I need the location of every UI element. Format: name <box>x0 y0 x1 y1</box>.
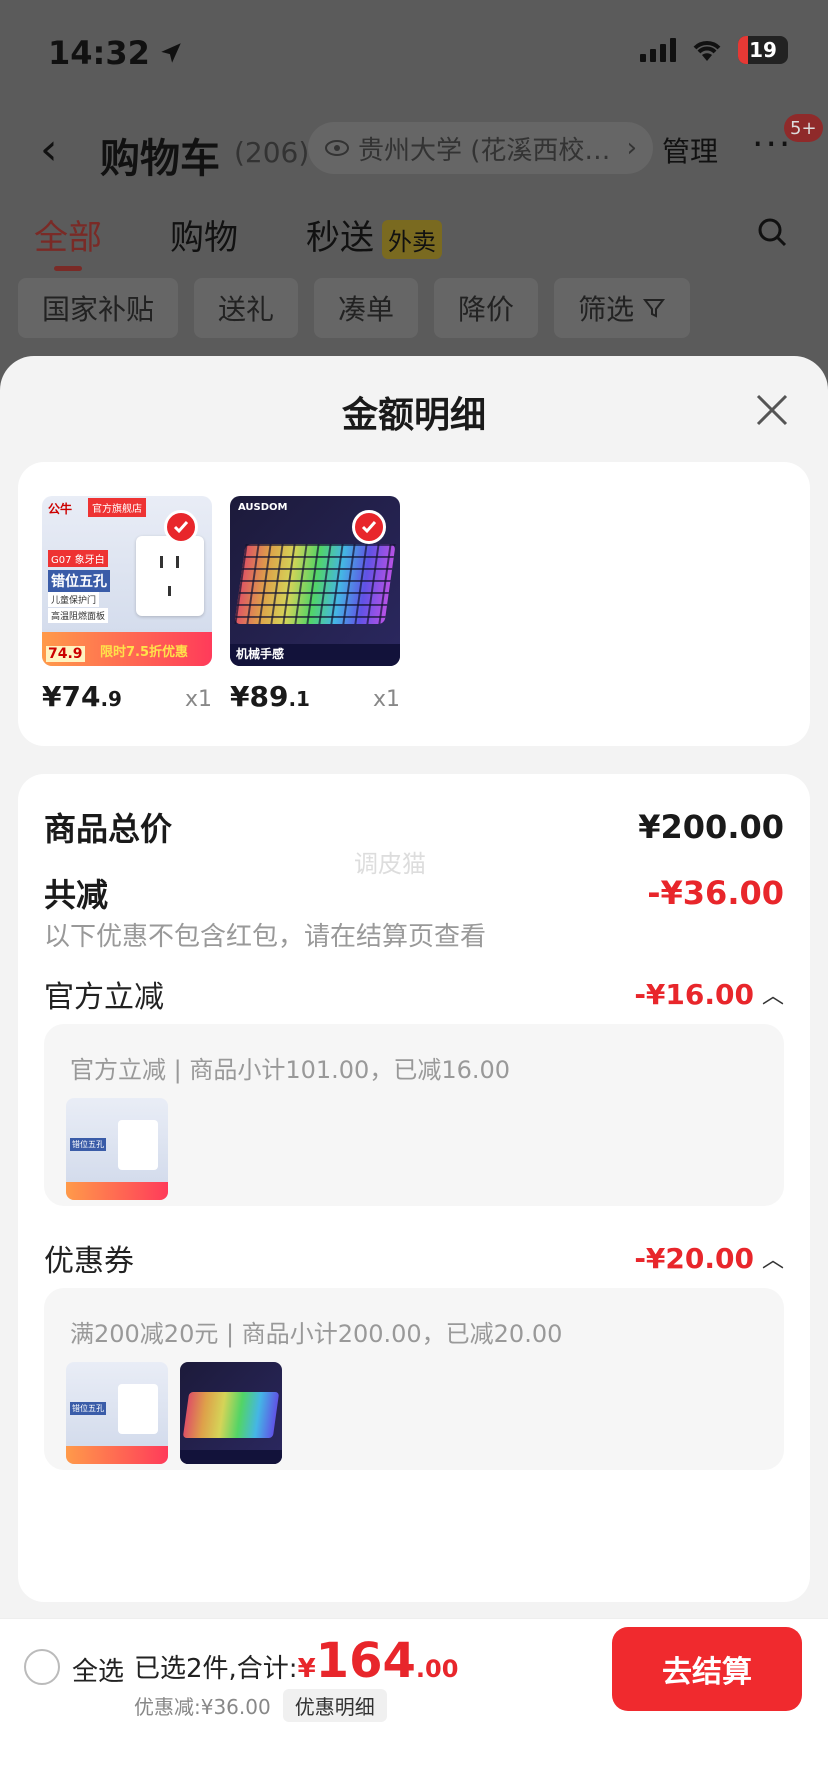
socket-product-image: 公牛 官方旗舰店 G07 象牙白 错位五孔 儿童保护门 高温阻燃面板 74.9 … <box>42 496 212 666</box>
eye-icon <box>325 140 349 156</box>
page-title: 购物车 <box>100 136 220 182</box>
tab-instant-delivery[interactable]: 秒送 外卖 <box>306 210 442 259</box>
chevron-up-icon: ︿ <box>761 1248 784 1273</box>
cart-header: ‹ 购物车 (206) 贵州大学 (花溪西校… › 管理 ··· 5+ <box>0 110 828 190</box>
tab-shopping[interactable]: 购物 <box>170 210 238 259</box>
location-arrow-icon <box>161 43 181 63</box>
close-icon[interactable] <box>752 390 792 430</box>
reduction-note: 以下优惠不包含红包，请在结算页查看 <box>44 922 487 952</box>
total-label: 商品总价 <box>44 810 173 848</box>
location-selector[interactable]: 贵州大学 (花溪西校… › <box>308 122 653 174</box>
product-quantity: x1 <box>184 687 212 712</box>
product-item[interactable]: 公牛 官方旗舰店 G07 象牙白 错位五孔 儿童保护门 高温阻燃面板 74.9 … <box>42 496 212 713</box>
checked-icon[interactable] <box>352 510 386 544</box>
reduction-value: -¥36.00 <box>647 874 784 912</box>
checkout-button[interactable]: 去结算 <box>612 1627 802 1711</box>
selected-products-card: 公牛 官方旗舰店 G07 象牙白 错位五孔 儿童保护门 高温阻燃面板 74.9 … <box>18 462 810 746</box>
selection-summary: 已选2件,合计: ¥ 164 .00 <box>134 1633 459 1689</box>
socket-thumbnail: 错位五孔 <box>66 1098 168 1200</box>
status-bar: 14:32 19 <box>0 0 828 100</box>
filter-chips: 国家补贴 送礼 凑单 降价 筛选 <box>18 278 691 338</box>
funnel-icon <box>643 299 666 318</box>
official-discount-detail-text: 官方立减 | 商品小计101.00，已减16.00 <box>70 1056 511 1084</box>
reduction-row: 共减 -¥36.00 <box>44 870 784 916</box>
amount-detail-sheet: 金额明细 公牛 官方旗舰店 G07 象牙白 错位五孔 儿童保护门 高温阻燃面板 … <box>0 356 828 1792</box>
discount-detail-button[interactable]: 优惠明细 <box>282 1689 387 1722</box>
takeout-tag: 外卖 <box>382 220 442 259</box>
official-discount-detail: 官方立减 | 商品小计101.00，已减16.00 错位五孔 <box>44 1024 784 1206</box>
status-time: 14:32 <box>48 34 184 72</box>
location-text: 贵州大学 (花溪西校… <box>358 135 611 166</box>
search-icon[interactable] <box>756 216 788 248</box>
keyboard-thumbnail <box>180 1362 282 1464</box>
select-all-radio[interactable] <box>24 1649 60 1685</box>
chevron-right-icon: › <box>626 133 637 163</box>
wifi-icon <box>693 41 721 61</box>
message-badge: 5+ <box>784 114 823 142</box>
total-amount: 164 <box>315 1633 416 1689</box>
product-quantity: x1 <box>372 687 400 712</box>
coupon-row[interactable]: 优惠券 -¥20.00 ︿ <box>44 1236 784 1280</box>
coupon-value: -¥20.00 <box>634 1241 754 1275</box>
total-value: ¥200.00 <box>638 808 784 846</box>
keyboard-product-image: AUSDOM 机械手感 <box>230 496 400 666</box>
socket-thumbnail: 错位五孔 <box>66 1362 168 1464</box>
select-all-label[interactable]: 全选 <box>72 1651 124 1688</box>
battery-icon: 19 <box>738 36 788 64</box>
price-breakdown-card: 商品总价 ¥200.00 调皮猫 共减 -¥36.00 以下优惠不包含红包，请在… <box>18 774 810 1602</box>
official-discount-row[interactable]: 官方立减 -¥16.00 ︿ <box>44 972 784 1016</box>
filter-gift[interactable]: 送礼 <box>194 278 299 338</box>
product-price: ¥89.1 <box>230 680 310 713</box>
checked-icon[interactable] <box>164 510 198 544</box>
product-item[interactable]: AUSDOM 机械手感 ¥89.1 x1 <box>230 496 400 713</box>
coupon-label: 优惠券 <box>44 1244 134 1279</box>
back-icon[interactable]: ‹ <box>40 124 58 175</box>
product-price: ¥74.9 <box>42 680 122 713</box>
chevron-up-icon: ︿ <box>761 984 784 1009</box>
cart-tabs: 全部 购物 秒送 外卖 <box>0 210 828 271</box>
tab-all[interactable]: 全部 <box>34 210 102 271</box>
official-discount-label: 官方立减 <box>44 980 164 1015</box>
filter-bundle[interactable]: 凑单 <box>314 278 419 338</box>
filter-more[interactable]: 筛选 <box>554 278 691 338</box>
official-discount-value: -¥16.00 <box>634 977 754 1011</box>
checkout-bar: 全选 已选2件,合计: ¥ 164 .00 优惠减:¥36.00 优惠明细 去结… <box>0 1618 828 1792</box>
cart-count: (206) <box>234 136 310 169</box>
cellular-signal-icon <box>640 38 676 62</box>
discount-amount: 优惠减:¥36.00 <box>134 1695 271 1719</box>
reduction-label: 共减 <box>44 876 109 914</box>
manage-button[interactable]: 管理 <box>662 130 718 170</box>
coupon-detail: 满200减20元 | 商品小计200.00，已减20.00 错位五孔 <box>44 1288 784 1470</box>
filter-price-drop[interactable]: 降价 <box>434 278 539 338</box>
filter-national-subsidy[interactable]: 国家补贴 <box>18 278 179 338</box>
sheet-title: 金额明细 <box>341 395 486 436</box>
coupon-detail-text: 满200减20元 | 商品小计200.00，已减20.00 <box>70 1320 563 1348</box>
